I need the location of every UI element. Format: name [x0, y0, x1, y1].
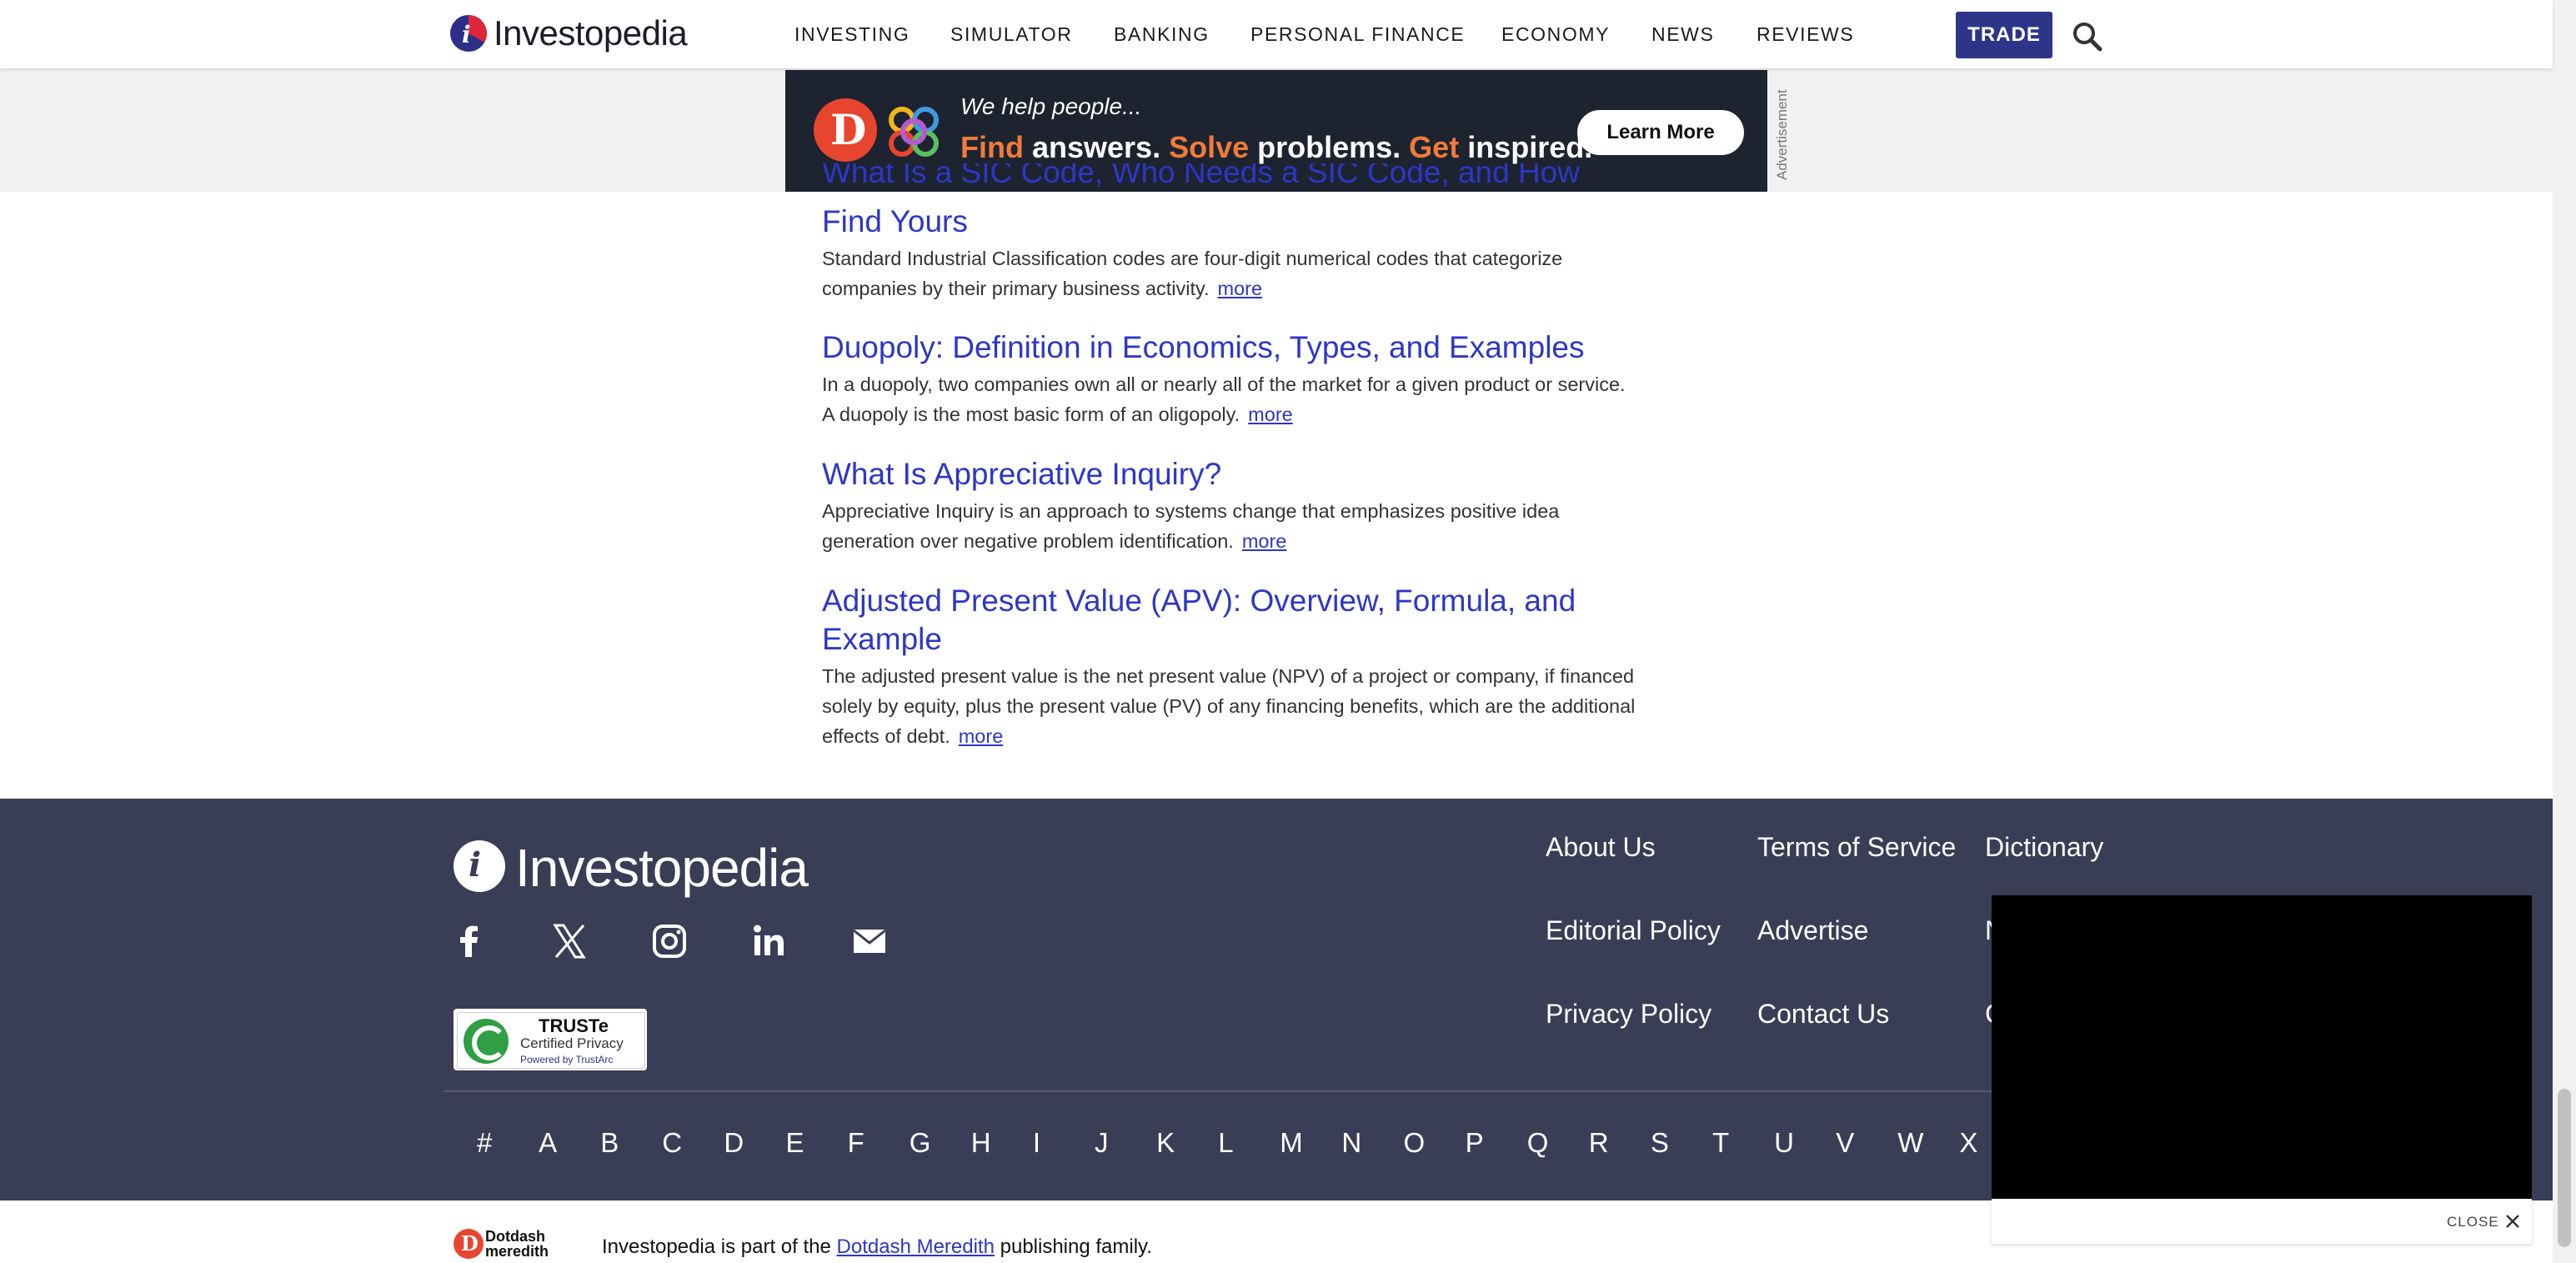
footer-link-editorial-policy[interactable]: Editorial Policy	[1546, 915, 1721, 946]
site-header: i Investopedia INVESTING SIMULATOR BANKI…	[0, 0, 2553, 68]
az-letter[interactable]: D	[724, 1127, 744, 1159]
az-letter[interactable]: W	[1897, 1127, 1923, 1159]
footer-link-advertise[interactable]: Advertise	[1757, 915, 1868, 946]
az-letter[interactable]: E	[786, 1127, 804, 1159]
az-letter[interactable]: K	[1156, 1127, 1175, 1159]
investopedia-logo-icon: i	[450, 15, 487, 52]
ad-headline-top: We help people...	[960, 93, 1142, 119]
instagram-icon[interactable]	[649, 920, 690, 962]
x-icon[interactable]	[549, 920, 590, 962]
more-link[interactable]: more	[1248, 403, 1293, 425]
az-letter[interactable]: B	[600, 1127, 619, 1159]
truste-check-icon	[464, 1019, 509, 1064]
footer-divider	[444, 1090, 2111, 1092]
nav-personal-finance[interactable]: PERSONAL FINANCE	[1250, 23, 1465, 46]
az-letter[interactable]: H	[971, 1127, 991, 1159]
nav-economy[interactable]: ECONOMY	[1501, 23, 1610, 46]
close-icon[interactable]	[2503, 1212, 2522, 1230]
ad-learn-more-button[interactable]: Learn More	[1577, 110, 1744, 155]
nav-banking[interactable]: BANKING	[1114, 23, 1210, 46]
article-title[interactable]: What Is Appreciative Inquiry?	[822, 455, 1614, 494]
more-link[interactable]: more	[1218, 278, 1263, 299]
email-icon[interactable]	[849, 920, 890, 962]
az-letter[interactable]: V	[1836, 1127, 1854, 1159]
az-letter[interactable]: G	[910, 1127, 931, 1159]
article-description: In a duopoly, two companies own all or n…	[822, 373, 1626, 425]
az-letter[interactable]: M	[1280, 1127, 1303, 1159]
more-link[interactable]: more	[959, 725, 1004, 747]
knot-logo-icon	[880, 98, 947, 165]
video-close-label[interactable]: CLOSE	[2447, 1214, 2499, 1230]
az-letter[interactable]: N	[1341, 1127, 1361, 1159]
dotdash-meredith-link[interactable]: Dotdash Meredith	[837, 1235, 995, 1258]
article-title[interactable]: Duopoly: Definition in Economics, Types,…	[822, 328, 1614, 367]
truste-title: TRUSTe	[539, 1015, 609, 1036]
footer-link-terms-of-service[interactable]: Terms of Service	[1757, 832, 1956, 863]
search-icon[interactable]	[2071, 20, 2104, 53]
az-letter[interactable]: C	[662, 1127, 682, 1159]
video-close-bar: CLOSE	[1992, 1199, 2532, 1244]
logo-wordmark: Investopedia	[494, 13, 688, 53]
article-title[interactable]: Adjusted Present Value (APV): Overview, …	[822, 582, 1597, 659]
truste-badge[interactable]: TRUSTe Certified Privacy Powered by Trus…	[454, 1009, 647, 1070]
az-letter[interactable]: X	[1959, 1127, 1977, 1159]
nav-news[interactable]: NEWS	[1651, 23, 1714, 46]
publishing-family-text: Investopedia is part of the Dotdash Mere…	[602, 1235, 1152, 1258]
az-letter[interactable]: U	[1774, 1127, 1794, 1159]
az-letter[interactable]: T	[1712, 1127, 1729, 1159]
az-letter[interactable]: L	[1218, 1127, 1233, 1159]
facebook-icon[interactable]	[449, 920, 490, 962]
nav-simulator[interactable]: SIMULATOR	[950, 23, 1072, 46]
trade-button[interactable]: TRADE	[1956, 12, 2052, 58]
nav-reviews[interactable]: REVIEWS	[1757, 23, 1854, 46]
az-letter[interactable]: F	[848, 1127, 865, 1159]
az-letter[interactable]: P	[1466, 1127, 1484, 1159]
investopedia-logo-icon: i	[454, 840, 505, 892]
dotdash-d-icon: D	[814, 98, 877, 162]
more-link[interactable]: more	[1242, 530, 1287, 552]
dotdash-meredith-logo[interactable]: Dotdash meredith	[485, 1229, 549, 1259]
nav-investing[interactable]: INVESTING	[794, 23, 910, 46]
article-description: The adjusted present value is the net pr…	[822, 665, 1636, 747]
az-letter[interactable]: Q	[1527, 1127, 1549, 1159]
az-letter[interactable]: R	[1589, 1127, 1609, 1159]
footer-link-contact-us[interactable]: Contact Us	[1757, 999, 1889, 1030]
linkedin-icon[interactable]	[749, 920, 790, 962]
az-letter[interactable]: A	[539, 1127, 557, 1159]
footer-link-dictionary[interactable]: Dictionary	[1985, 832, 2103, 863]
scrollbar-thumb[interactable]	[2558, 1089, 2571, 1247]
article-description: Standard Industrial Classification codes…	[822, 248, 1563, 299]
ad-label: Advertisement	[1774, 89, 1790, 180]
footer-link-about-us[interactable]: About Us	[1546, 832, 1656, 863]
page-scrollbar[interactable]	[2553, 0, 2576, 1263]
article-title-partial[interactable]: What Is a SIC Code, Who Needs a SIC Code…	[822, 163, 1614, 192]
footer-link-privacy-policy[interactable]: Privacy Policy	[1546, 999, 1711, 1030]
article-description: Appreciative Inquiry is an approach to s…	[822, 500, 1560, 552]
ad-headline-main: Find answers. Solve problems. Get inspir…	[960, 130, 1593, 164]
article-title[interactable]: Find Yours	[822, 203, 1614, 241]
az-letter[interactable]: I	[1033, 1127, 1040, 1159]
footer-wordmark: Investopedia	[515, 838, 809, 898]
truste-powered: Powered by TrustArc	[520, 1054, 614, 1065]
az-letter[interactable]: S	[1651, 1127, 1669, 1159]
az-letter[interactable]: J	[1095, 1127, 1109, 1159]
az-letter[interactable]: #	[477, 1127, 492, 1159]
dotdash-d-icon: D	[454, 1229, 484, 1259]
az-letter[interactable]: O	[1404, 1127, 1426, 1159]
truste-subtitle: Certified Privacy	[520, 1035, 624, 1051]
video-player[interactable]	[1992, 895, 2532, 1199]
